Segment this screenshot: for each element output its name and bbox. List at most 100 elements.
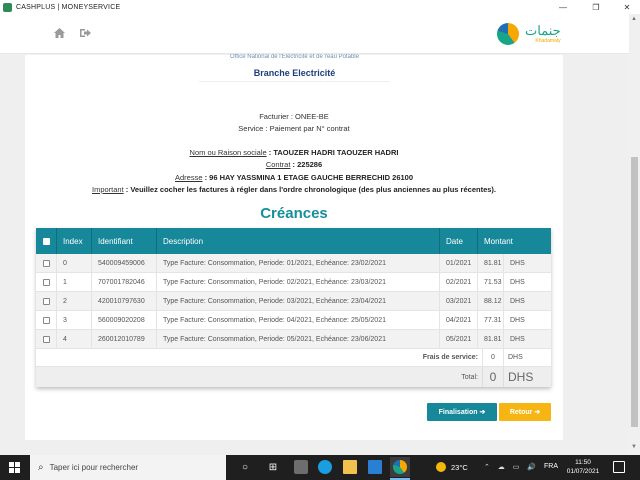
adresse-line: Adresse : 96 HAY YASSMINA 1 ETAGE GAUCHE… (25, 173, 563, 182)
total-label: Total: (36, 367, 483, 387)
mail-icon[interactable] (368, 460, 382, 474)
app-icon (3, 2, 12, 12)
scroll-up-arrow-icon[interactable]: ▲ (631, 16, 637, 22)
row-identifiant: 540009459006 (92, 254, 157, 272)
language-indicator[interactable]: FRA (544, 463, 558, 470)
retour-button[interactable]: Retour ➔ (499, 403, 551, 421)
row-currency: DHS (510, 259, 525, 267)
row-index: 2 (57, 292, 92, 310)
fees-currency: DHS (508, 354, 523, 361)
close-button[interactable]: ✕ (612, 0, 640, 14)
select-all-cell (36, 228, 57, 254)
table-row[interactable]: 4 260012010789 Type Facture: Consommatio… (36, 330, 551, 349)
row-amount: 88.12 (478, 292, 504, 310)
important-value: : Veuillez cocher les factures à régler … (123, 185, 496, 194)
row-checkbox[interactable] (42, 297, 50, 305)
row-checkbox[interactable] (42, 335, 50, 343)
total-value: 0 (483, 367, 504, 387)
cortana-icon[interactable]: ○ (238, 460, 252, 474)
finalisation-button[interactable]: Finalisation ➔ (427, 403, 497, 421)
row-checkbox-cell (36, 254, 57, 272)
row-identifiant: 420010797630 (92, 292, 157, 310)
service-label: Service : (238, 124, 270, 133)
facturier-line: Facturier : ONEE-BE (25, 112, 563, 121)
window-titlebar: CASHPLUS | MONEYSERVICE — ❐ ✕ (0, 0, 640, 14)
creances-table: Index Identifiant Description Date Monta… (36, 228, 551, 387)
nom-line: Nom ou Raison sociale : TAOUZER HADRI TA… (25, 148, 563, 157)
row-index: 4 (57, 330, 92, 348)
table-row[interactable]: 1 707001782046 Type Facture: Consommatio… (36, 273, 551, 292)
edge-browser-icon[interactable] (318, 460, 332, 474)
row-checkbox-cell (36, 311, 57, 329)
start-button[interactable] (9, 462, 20, 473)
window-title: CASHPLUS | MONEYSERVICE (16, 3, 121, 11)
header-date: Date (440, 228, 478, 254)
notification-center-icon[interactable] (613, 461, 625, 473)
clock-time: 11:50 (575, 459, 591, 466)
row-description: Type Facture: Consommation, Periode: 02/… (157, 273, 440, 291)
row-identifiant: 707001782046 (92, 273, 157, 291)
brand-arabic: جنمات (525, 23, 561, 39)
row-date: 04/2021 (440, 311, 478, 329)
folder-icon[interactable] (343, 460, 357, 474)
table-row[interactable]: 3 560009020208 Type Facture: Consommatio… (36, 311, 551, 330)
creances-title: Créances (260, 205, 328, 222)
header-identifiant: Identifiant (92, 228, 157, 254)
system-tray-icons[interactable]: ⌃ ☁ ▭ 🔊 (484, 463, 539, 471)
taskbar-clock[interactable]: 11:50 01/07/2021 (565, 458, 601, 476)
task-view-icon[interactable]: ⊞ (266, 460, 280, 474)
logout-icon[interactable] (79, 28, 91, 40)
minimize-button[interactable]: — (548, 0, 578, 14)
fees-label: Frais de service: (36, 349, 483, 366)
temperature: 23°C (451, 462, 468, 472)
row-checkbox[interactable] (42, 278, 50, 286)
nom-value: : TAOUZER HADRI TAOUZER HADRI (266, 148, 399, 157)
row-currency: DHS (510, 335, 525, 343)
row-currency: DHS (510, 316, 525, 324)
contrat-label: Contrat (265, 160, 291, 169)
weather-widget[interactable]: 23°C (436, 462, 468, 472)
row-identifiant: 260012010789 (92, 330, 157, 348)
row-checkbox[interactable] (42, 259, 50, 267)
scroll-down-arrow-icon[interactable]: ▼ (631, 444, 637, 450)
fees-row: Frais de service: 0 DHS (36, 349, 551, 367)
row-currency: DHS (510, 297, 525, 305)
sun-icon (436, 462, 446, 472)
row-date: 05/2021 (440, 330, 478, 348)
vertical-scrollbar[interactable]: ▲ ▼ (629, 14, 640, 455)
row-index: 1 (57, 273, 92, 291)
maximize-button[interactable]: ❐ (581, 0, 611, 14)
cashplus-app-icon[interactable] (390, 457, 410, 477)
header-index: Index (57, 228, 92, 254)
row-description: Type Facture: Consommation, Periode: 04/… (157, 311, 440, 329)
table-row[interactable]: 0 540009459006 Type Facture: Consommatio… (36, 254, 551, 273)
adresse-label: Adresse (175, 173, 203, 182)
search-icon: ⌕ (38, 462, 44, 473)
select-all-checkbox[interactable] (42, 237, 50, 245)
adresse-value: : 96 HAY YASSMINA 1 ETAGE GAUCHE BERRECH… (202, 173, 413, 182)
row-currency: DHS (510, 278, 525, 286)
app-header: جنمات Khadamaty (0, 14, 629, 54)
table-row[interactable]: 2 420010797630 Type Facture: Consommatio… (36, 292, 551, 311)
fees-value: 0 (483, 349, 504, 366)
total-currency: DHS (508, 370, 534, 384)
row-checkbox[interactable] (42, 316, 50, 324)
scrollbar-thumb[interactable] (631, 157, 638, 427)
home-icon[interactable] (53, 28, 65, 40)
row-index: 3 (57, 311, 92, 329)
taskbar-search[interactable]: ⌕ Taper ici pour rechercher (30, 455, 226, 480)
facturier-value: ONEE-BE (295, 112, 329, 121)
row-checkbox-cell (36, 330, 57, 348)
row-amount: 77.31 (478, 311, 504, 329)
search-placeholder: Taper ici pour rechercher (49, 463, 139, 472)
file-manager-icon[interactable] (294, 460, 308, 474)
contrat-value: : 225286 (290, 160, 323, 169)
important-line: Important : Veuillez cocher les factures… (25, 185, 563, 194)
service-value: Paiement par N° contrat (269, 124, 350, 133)
row-identifiant: 560009020208 (92, 311, 157, 329)
row-checkbox-cell (36, 292, 57, 310)
row-checkbox-cell (36, 273, 57, 291)
brand-logo: جنمات Khadamaty (497, 23, 561, 45)
service-line: Service : Paiement par N° contrat (25, 124, 563, 133)
contrat-line: Contrat : 225286 (25, 160, 563, 169)
